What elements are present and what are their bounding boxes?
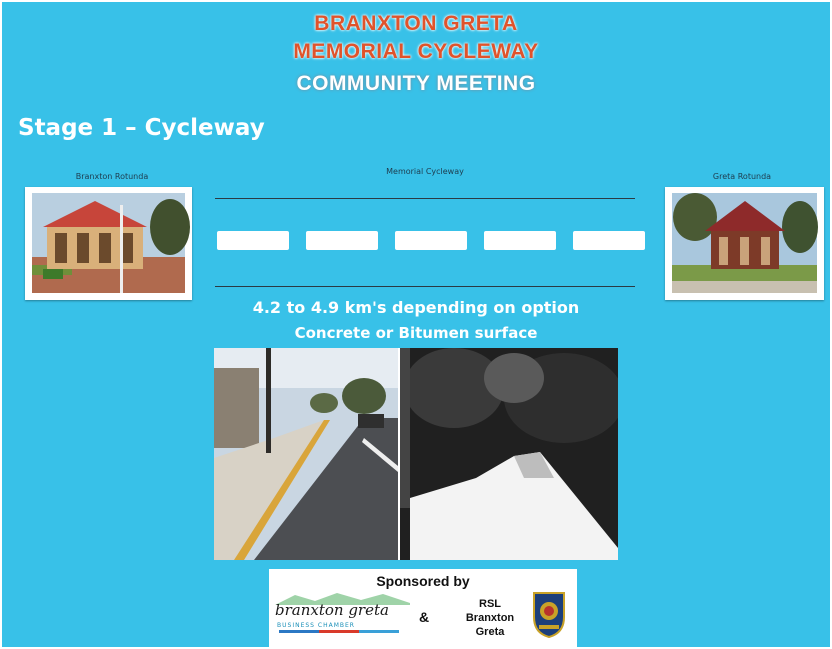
- route-segment-4: [484, 231, 556, 250]
- surface-text: Concrete or Bitumen surface: [294, 324, 538, 342]
- sponsor-box: Sponsored by branxton greta BUSINESS CHA…: [269, 569, 577, 647]
- logo-stripe-blue: [279, 630, 319, 633]
- greta-rotunda-photo: [665, 187, 824, 300]
- left-photo-label: Branxton Rotunda: [75, 172, 149, 181]
- stage-heading: Stage 1 – Cycleway: [18, 115, 265, 141]
- logo-stripe-light-blue: [359, 630, 399, 633]
- cycleway-image: [214, 348, 624, 560]
- cycleway-photos: [214, 348, 624, 560]
- ampersand: &: [419, 609, 430, 625]
- title-line-1: BRANXTON GRETA: [314, 12, 518, 35]
- rsl-line-1: RSL: [479, 598, 501, 610]
- title-line-2: MEMORIAL CYCLEWAY: [293, 40, 539, 63]
- branxton-greta-logo: branxton greta: [275, 601, 389, 619]
- rsl-text: RSL Branxton Greta: [455, 597, 525, 639]
- sponsored-by-heading: Sponsored by: [376, 573, 470, 589]
- right-photo-label: Greta Rotunda: [712, 172, 772, 181]
- slide: BRANXTON GRETA MEMORIAL CYCLEWAY COMMUNI…: [2, 2, 830, 647]
- rsl-line-2: Branxton: [465, 612, 515, 624]
- route-segment-5: [573, 231, 645, 250]
- route-segment-1: [217, 231, 289, 250]
- logo-stripe-red: [319, 630, 359, 633]
- rsl-crest-icon: [533, 592, 565, 639]
- distance-text: 4.2 to 4.9 km's depending on option: [252, 298, 580, 317]
- title-line-3: COMMUNITY MEETING: [296, 72, 536, 95]
- route-bottom-line: [215, 286, 635, 287]
- rotunda-image-greta: [672, 193, 818, 293]
- route-label: Memorial Cycleway: [386, 167, 464, 176]
- rsl-line-3: Greta: [475, 626, 505, 638]
- branxton-rotunda-photo: [25, 187, 192, 300]
- branxton-greta-logo-subtitle: BUSINESS CHAMBER: [277, 622, 355, 629]
- route-segment-2: [306, 231, 378, 250]
- route-top-line: [215, 198, 635, 199]
- rotunda-image: [32, 193, 190, 293]
- route-segment-3: [395, 231, 467, 250]
